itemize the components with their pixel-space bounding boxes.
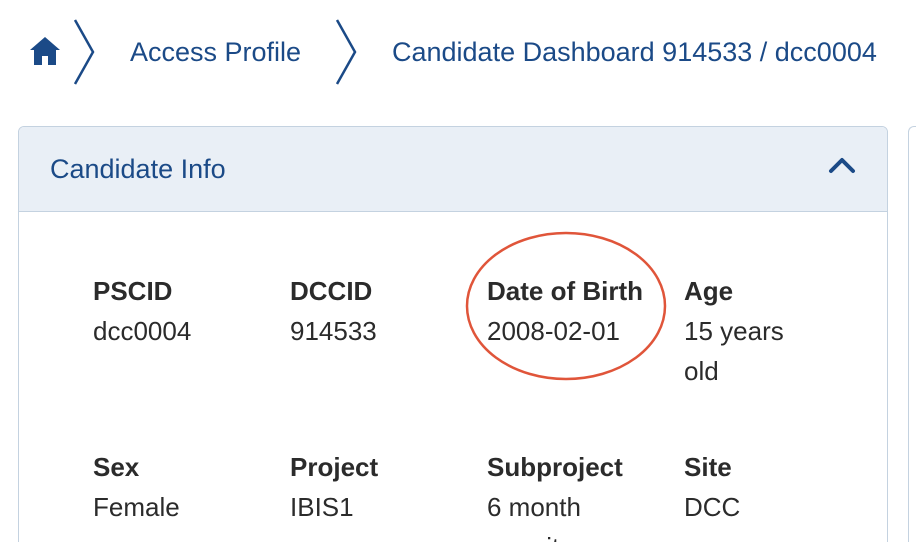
field-value: 2008-02-01 [487,316,620,346]
field-age: Age 15 years old [684,271,824,391]
breadcrumb-separator-icon [73,19,95,85]
field-value: 914533 [290,316,377,346]
field-label: Date of Birth [487,276,643,306]
field-value: 15 years old [684,316,784,386]
field-date-of-birth: Date of Birth 2008-02-01 [487,271,687,351]
adjacent-panel-edge [908,126,916,542]
chevron-up-icon[interactable] [827,153,857,177]
field-label: Site [684,452,732,482]
field-pscid: PSCID dcc0004 [93,271,283,351]
field-project: Project IBIS1 [290,447,480,527]
field-value: dcc0004 [93,316,192,346]
breadcrumb-separator-icon [335,19,357,85]
panel-title: Candidate Info [50,154,226,184]
field-site: Site DCC [684,447,874,527]
field-dccid: DCCID 914533 [290,271,480,351]
candidate-info-panel: Candidate Info PSCID dcc0004 DCCID 91453… [18,126,888,542]
field-value: IBIS1 [290,492,354,522]
breadcrumb-item-candidate-dashboard[interactable]: Candidate Dashboard 914533 / dcc0004 [392,36,877,68]
breadcrumb-item-access-profile[interactable]: Access Profile [130,36,301,68]
field-label: DCCID [290,276,373,306]
field-value: Female [93,492,180,522]
field-value: 6 month recruit [487,492,581,542]
field-label: PSCID [93,276,173,306]
field-value: DCC [684,492,741,522]
home-icon[interactable] [28,34,62,68]
field-label: Sex [93,452,140,482]
breadcrumb: Access Profile Candidate Dashboard 91453… [0,0,916,100]
field-label: Age [684,276,734,306]
field-sex: Sex Female [93,447,283,527]
field-label: Project [290,452,379,482]
field-subproject: Subproject 6 month recruit [487,447,637,542]
field-label: Subproject [487,452,623,482]
panel-heading[interactable]: Candidate Info [19,127,887,212]
